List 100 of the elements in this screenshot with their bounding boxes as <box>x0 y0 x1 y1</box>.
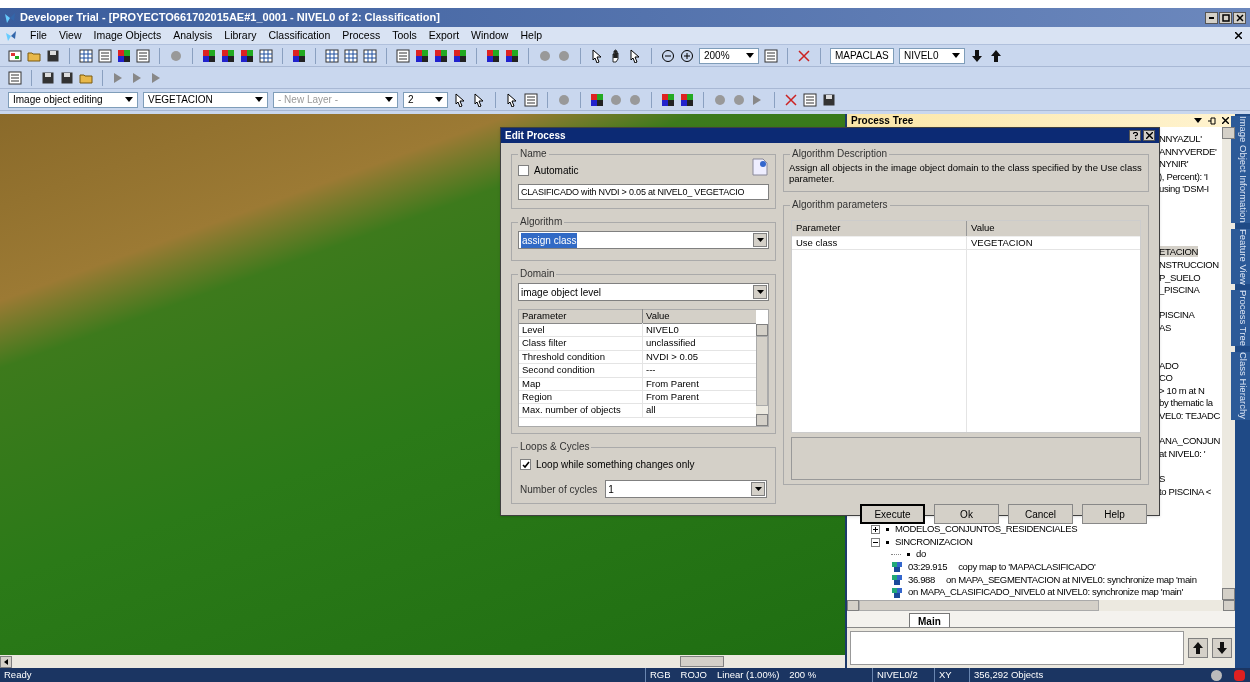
color-squares-icon[interactable] <box>434 48 448 63</box>
document-icon[interactable] <box>751 157 769 176</box>
process-label[interactable]: copy map to 'MAPACLASIFICADO' <box>958 561 1096 574</box>
color-squares-icon[interactable] <box>661 92 675 107</box>
menu-item[interactable]: Classification <box>268 27 331 44</box>
color-squares-icon[interactable] <box>415 48 429 63</box>
process-label[interactable]: SINCRONIZACION <box>895 535 973 549</box>
process-label[interactable]: > 10 m at N <box>1159 384 1205 396</box>
pointer-icon[interactable] <box>472 92 486 107</box>
grid-icon[interactable] <box>344 48 358 63</box>
process-label[interactable]: NSTRUCCION <box>1159 258 1219 270</box>
column-header[interactable]: Value <box>643 309 756 324</box>
expander[interactable] <box>871 525 880 535</box>
color-squares-icon[interactable] <box>590 92 604 107</box>
dialog-button[interactable]: Help <box>1082 504 1147 524</box>
column-header[interactable]: Parameter <box>792 221 967 236</box>
menu-item[interactable]: View <box>58 27 82 44</box>
pointer-icon[interactable] <box>628 48 642 63</box>
process-label[interactable]: PISCINA <box>1159 309 1195 321</box>
zoom-in-icon[interactable] <box>680 48 694 63</box>
column-header[interactable]: Parameter <box>519 309 643 324</box>
menu-item[interactable]: Export <box>428 27 460 44</box>
dropdown-button[interactable] <box>753 285 767 299</box>
color-squares-icon[interactable] <box>505 48 519 63</box>
horizontal-scrollbar[interactable] <box>847 600 1235 611</box>
process-label[interactable]: on MAPA_SEGMENTACION at NIVEL0: synchronize map 'main <box>945 573 1197 587</box>
checkbox[interactable] <box>518 165 529 176</box>
class-dropdown[interactable]: VEGETACION <box>143 91 268 108</box>
list-icon[interactable] <box>136 48 150 63</box>
down-arrow-icon[interactable] <box>970 48 984 63</box>
close-button[interactable] <box>1233 11 1246 24</box>
map-dropdown[interactable]: MAPACLAS <box>830 47 894 64</box>
menu-item[interactable]: Window <box>471 27 509 44</box>
grid-icon[interactable] <box>325 48 339 63</box>
dropdown-icon[interactable] <box>1194 118 1202 123</box>
process-label[interactable]: NYNIR' <box>1159 158 1189 170</box>
process-label[interactable]: on MAPA_CLASIFICADO_NIVEL0 at NIVEL0: synchronize map 'main' <box>908 586 1183 599</box>
scroll-down-button[interactable] <box>1222 588 1235 600</box>
dialog-button[interactable]: Cancel <box>1008 504 1073 524</box>
vertical-scrollbar[interactable] <box>756 324 768 426</box>
dialog-button[interactable]: Ok <box>934 504 999 524</box>
process-label[interactable]: S <box>1159 473 1165 485</box>
level-dropdown[interactable]: NIVEL0 <box>899 47 965 64</box>
menu-item[interactable]: Library <box>224 27 257 44</box>
color-squares-icon[interactable] <box>240 48 254 63</box>
process-label[interactable]: MODELOS_CONJUNTOS_RESIDENCIALES <box>895 523 1078 536</box>
checkbox-label[interactable]: Automatic <box>534 163 579 178</box>
dropdown-button[interactable] <box>751 482 765 496</box>
minimize-button[interactable] <box>1205 11 1218 24</box>
list-icon[interactable] <box>803 92 817 107</box>
process-label[interactable]: VEL0: TEJADC <box>1159 410 1221 422</box>
image-icon[interactable] <box>8 48 22 63</box>
process-label[interactable]: P_SUELO <box>1159 271 1201 283</box>
name-field[interactable]: CLASIFICADO with NVDI > 0.05 at NIVEL0_ VEGETACIO <box>518 184 769 200</box>
cycles-dropdown[interactable]: 1 <box>605 480 767 498</box>
menu-item[interactable]: Analysis <box>173 27 213 44</box>
pointer-icon[interactable] <box>590 48 604 63</box>
zoom-dropdown[interactable]: 200% <box>699 47 759 64</box>
list-icon[interactable] <box>396 48 410 63</box>
list-icon[interactable] <box>524 92 538 107</box>
side-tab[interactable]: Image Object Information <box>1231 116 1250 223</box>
list-icon[interactable] <box>98 48 112 63</box>
menu-item[interactable]: Help <box>520 27 543 44</box>
grid-icon[interactable] <box>79 48 93 63</box>
process-label[interactable]: ETACION <box>1159 246 1199 258</box>
column-header[interactable]: Value <box>967 221 1140 236</box>
menu-item[interactable]: File <box>30 27 47 44</box>
maximize-button[interactable] <box>1219 11 1232 24</box>
sheet-tab[interactable]: Main <box>909 613 950 627</box>
process-label[interactable]: NNYAZUL' <box>1159 133 1202 144</box>
process-label[interactable]: by thematic la <box>1159 397 1213 409</box>
menu-item[interactable]: Image Objects <box>93 27 162 44</box>
color-squares-icon[interactable] <box>221 48 235 63</box>
process-label[interactable]: ANA_CONJUN <box>1159 435 1220 447</box>
list-icon[interactable] <box>764 48 778 63</box>
close-icon[interactable] <box>1222 117 1229 124</box>
dialog-button[interactable]: Execute <box>860 504 925 524</box>
scroll-left-button[interactable] <box>0 655 12 668</box>
domain-dropdown[interactable]: image object level <box>518 283 769 301</box>
cross-icon[interactable] <box>797 48 811 63</box>
color-squares-icon[interactable] <box>453 48 467 63</box>
process-label[interactable]: ANNYVERDE' <box>1159 145 1217 157</box>
zoom-out-icon[interactable] <box>661 48 675 63</box>
pointer-icon[interactable] <box>453 92 467 107</box>
menu-item[interactable]: Tools <box>392 27 417 44</box>
pointer-icon[interactable] <box>505 92 519 107</box>
algorithm-dropdown[interactable]: assign class <box>518 231 769 249</box>
dropdown-button[interactable] <box>753 233 767 247</box>
size-dropdown[interactable]: 2 <box>403 91 448 108</box>
checkbox[interactable] <box>520 459 531 470</box>
list-icon[interactable] <box>8 70 22 85</box>
color-squares-icon[interactable] <box>292 48 306 63</box>
process-label[interactable]: CO <box>1159 372 1173 384</box>
grid-icon[interactable] <box>363 48 377 63</box>
close-icon[interactable] <box>1235 32 1242 39</box>
color-squares-icon[interactable] <box>680 92 694 107</box>
cross-icon[interactable] <box>784 92 798 107</box>
process-label[interactable]: using 'DSM-I <box>1159 183 1209 195</box>
process-label[interactable]: AS <box>1159 321 1171 333</box>
process-label[interactable]: _PISCINA <box>1159 284 1200 296</box>
